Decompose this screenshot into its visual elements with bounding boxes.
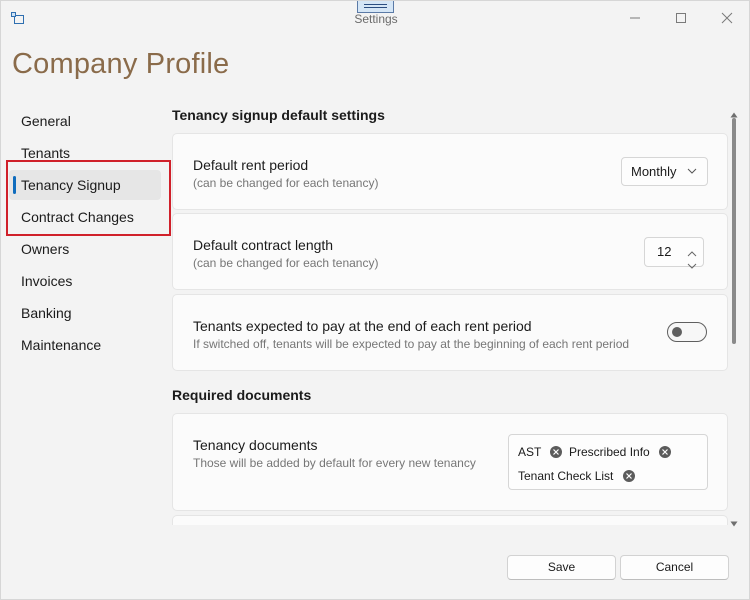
tenancy-documents-tag-input[interactable]: AST Prescribed Info Tenant Check List xyxy=(508,434,708,490)
rent-period-value: Monthly xyxy=(631,164,677,179)
spin-down-icon[interactable] xyxy=(686,253,698,269)
rent-period-dropdown[interactable]: Monthly xyxy=(621,157,708,186)
document-tag-label: Tenant Check List xyxy=(518,469,614,483)
settings-window: Settings Company Profile General Tenants… xyxy=(0,0,750,600)
close-button[interactable] xyxy=(714,6,740,30)
document-tag: Tenant Check List xyxy=(518,468,635,484)
nav-item-invoices[interactable]: Invoices xyxy=(9,266,161,296)
page-title: Company Profile xyxy=(12,48,230,80)
scrollbar-thumb[interactable] xyxy=(732,118,736,344)
title-bar[interactable]: Settings xyxy=(1,1,750,35)
drag-handle[interactable] xyxy=(357,1,394,13)
spin-up-icon[interactable] xyxy=(686,241,698,257)
nav-item-owners[interactable]: Owners xyxy=(9,234,161,264)
tenancy-documents-title: Tenancy documents xyxy=(193,437,318,453)
toggle-knob xyxy=(672,327,682,337)
pay-at-end-card: Tenants expected to pay at the end of ea… xyxy=(172,294,728,371)
contract-length-description: (can be changed for each tenancy) xyxy=(193,256,379,270)
nav-item-general[interactable]: General xyxy=(9,106,161,136)
rent-period-description: (can be changed for each tenancy) xyxy=(193,176,379,190)
scroll-up-icon[interactable] xyxy=(730,106,738,118)
remove-tag-icon[interactable] xyxy=(550,446,563,458)
documents-section-header: Required documents xyxy=(172,387,312,403)
document-tag: Prescribed Info xyxy=(569,444,672,460)
next-card-partial xyxy=(172,515,728,525)
nav-item-banking[interactable]: Banking xyxy=(9,298,161,328)
tenancy-section-header: Tenancy signup default settings xyxy=(172,107,385,123)
document-tag-label: AST xyxy=(518,445,542,459)
remove-tag-icon[interactable] xyxy=(659,446,672,458)
tenancy-documents-card: Tenancy documents Those will be added by… xyxy=(172,413,728,511)
tenancy-documents-description: Those will be added by default for every… xyxy=(193,456,476,470)
cancel-button[interactable]: Cancel xyxy=(620,555,729,580)
document-tag-label: Prescribed Info xyxy=(569,445,650,459)
minimize-button[interactable] xyxy=(622,6,648,30)
save-button[interactable]: Save xyxy=(507,555,616,580)
pay-at-end-title: Tenants expected to pay at the end of ea… xyxy=(193,318,532,334)
maximize-button[interactable] xyxy=(668,6,694,30)
scroll-down-icon[interactable] xyxy=(730,515,738,527)
nav-item-maintenance[interactable]: Maintenance xyxy=(9,330,161,360)
annotation-highlight-box xyxy=(6,160,171,236)
pay-at-end-description: If switched off, tenants will be expecte… xyxy=(193,337,630,351)
pay-at-end-toggle[interactable] xyxy=(667,322,707,342)
document-tag: AST xyxy=(518,444,563,460)
contract-length-title: Default contract length xyxy=(193,237,334,253)
rent-period-card: Default rent period (can be changed for … xyxy=(172,133,728,210)
contract-length-card: Default contract length (can be changed … xyxy=(172,213,728,290)
rent-period-title: Default rent period xyxy=(193,157,309,173)
remove-tag-icon[interactable] xyxy=(622,470,635,482)
contract-length-value: 12 xyxy=(657,244,672,259)
contract-length-input[interactable]: 12 xyxy=(644,237,704,269)
